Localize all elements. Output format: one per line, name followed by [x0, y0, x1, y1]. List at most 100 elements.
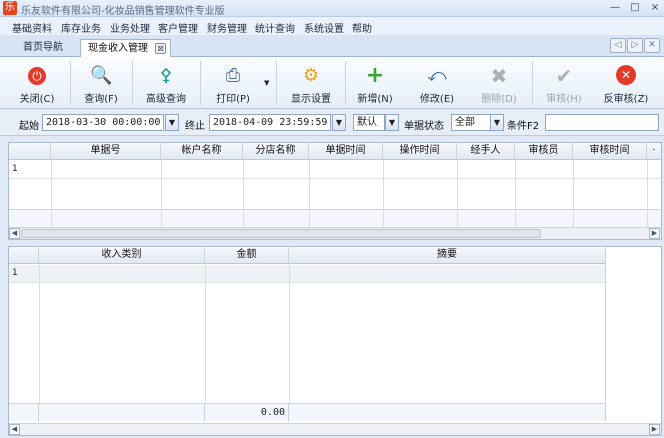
display-settings-label: 显示设置 [291, 94, 331, 105]
col-divider [161, 160, 162, 227]
toolbar-separator [276, 61, 277, 105]
row-number: 1 [12, 164, 18, 174]
title-bar: 乐 乐友软件有限公司-化妆品销售管理软件专业版 — □ × [0, 0, 664, 17]
start-dropdown-icon[interactable]: ▼ [165, 114, 179, 131]
tab-prev-icon[interactable]: ◁ [610, 38, 626, 53]
close-window-button[interactable]: × [648, 2, 662, 15]
total-summary-cell [289, 404, 605, 422]
detail-grid-header: 收入类别 金额 摘要 [9, 247, 605, 264]
toolbar-separator [532, 61, 533, 105]
col-operation-time[interactable]: 操作时间 [383, 143, 457, 160]
plus-icon: + [365, 63, 385, 88]
col-handler[interactable]: 经手人 [457, 143, 515, 160]
col-audit-time[interactable]: 审核时间 [573, 143, 647, 160]
menu-bar: 基础资料 库存业务 业务处理 客户管理 财务管理 统计查询 系统设置 帮助 [0, 17, 664, 35]
advanced-query-button[interactable]: ⚴ 高级查询 [136, 57, 196, 109]
default-dropdown-icon[interactable]: ▼ [385, 114, 399, 131]
tab-home-nav[interactable]: 首页导航 [16, 39, 70, 57]
app-logo: 乐 [3, 1, 17, 15]
table-row[interactable]: 1 [9, 160, 661, 179]
total-amount: 0.00 [205, 404, 289, 422]
gear-icon: ⚙ [302, 65, 320, 86]
modify-button[interactable]: ⤺ 修改(E) [410, 57, 464, 109]
col-income-category[interactable]: 收入类别 [39, 247, 205, 264]
menu-business[interactable]: 业务处理 [110, 20, 150, 35]
status-select[interactable]: 全部 [451, 114, 491, 131]
scroll-thumb[interactable] [21, 229, 541, 238]
col-divider [243, 160, 244, 227]
col-branch-name[interactable]: 分店名称 [243, 143, 309, 160]
scroll-left-icon[interactable]: ◀ [9, 424, 20, 435]
table-row[interactable]: 1 [9, 265, 605, 283]
toolbar-separator [200, 61, 201, 105]
col-amount[interactable]: 金额 [205, 247, 289, 264]
unaudit-button-label: 反审核(Z) [603, 94, 649, 105]
condition-input[interactable] [545, 114, 659, 131]
toolbar-separator [70, 61, 71, 105]
voucher-grid-header: 单据号 帐户名称 分店名称 单据时间 操作时间 经手人 审核员 审核时间 · [9, 143, 661, 160]
unaudit-button[interactable]: ✕ 反审核(Z) [596, 57, 656, 109]
col-voucher-no[interactable]: 单据号 [51, 143, 161, 160]
col-divider [39, 283, 40, 403]
menu-customer[interactable]: 客户管理 [158, 20, 198, 35]
col-divider [515, 160, 516, 227]
col-divider [289, 264, 290, 403]
col-divider [309, 160, 310, 227]
minimize-button[interactable]: — [608, 2, 622, 15]
tab-next-icon[interactable]: ▷ [627, 38, 643, 53]
menu-help[interactable]: 帮助 [352, 20, 372, 35]
modify-button-label: 修改(E) [419, 94, 455, 105]
tab-close-icon[interactable]: ⊠ [155, 43, 166, 54]
row-indicator-header [9, 143, 51, 160]
menu-statistics[interactable]: 统计查询 [255, 20, 295, 35]
detail-h-scrollbar[interactable]: ◀ ▶ [9, 423, 661, 435]
default-select[interactable]: 默认 [353, 114, 385, 131]
col-divider [383, 160, 384, 227]
filter-bar: 起始 2018-03-30 00:00:00 ▼ 终止 2018-04-09 2… [0, 110, 664, 136]
undo-arrow-icon: ⤺ [427, 65, 447, 86]
toolbar-separator [132, 61, 133, 105]
voucher-grid: 单据号 帐户名称 分店名称 单据时间 操作时间 经手人 审核员 审核时间 · 1… [8, 142, 662, 240]
toolbar-separator [345, 61, 346, 105]
status-dropdown-icon[interactable]: ▼ [490, 114, 504, 131]
audit-button[interactable]: ✔ 审核(H) [536, 57, 592, 109]
col-summary[interactable]: 摘要 [289, 247, 605, 264]
query-button-label: 查询(F) [84, 94, 118, 105]
voucher-h-scrollbar[interactable]: ◀ ▶ [9, 227, 661, 239]
scroll-right-icon[interactable]: ▶ [649, 228, 660, 239]
display-settings-button[interactable]: ⚙ 显示设置 [280, 57, 342, 109]
end-dropdown-icon[interactable]: ▼ [332, 114, 346, 131]
maximize-button[interactable]: □ [628, 2, 642, 15]
menu-finance[interactable]: 财务管理 [207, 20, 247, 35]
delete-button[interactable]: ✖ 删除(D) [472, 57, 526, 109]
grid-right-edge [605, 247, 606, 421]
tab-cash-income[interactable]: 现金收入管理 ⊠ [80, 39, 171, 57]
advanced-search-icon: ⚴ [159, 65, 173, 86]
row-indicator-header [9, 247, 39, 264]
col-divider [573, 160, 574, 227]
scroll-left-icon[interactable]: ◀ [9, 228, 20, 239]
col-divider [457, 160, 458, 227]
col-voucher-time[interactable]: 单据时间 [309, 143, 383, 160]
close-button[interactable]: ⏻ 关闭(C) [8, 57, 66, 109]
print-button[interactable]: ⎙ 打印(P) [204, 57, 262, 109]
query-button[interactable]: 🔍 查询(F) [74, 57, 128, 109]
col-account-name[interactable]: 帐户名称 [161, 143, 243, 160]
magnifier-icon: 🔍 [90, 65, 113, 86]
col-auditor[interactable]: 审核员 [515, 143, 573, 160]
col-divider [39, 265, 40, 283]
end-label: 终止 [185, 121, 205, 132]
end-datetime-input[interactable]: 2018-04-09 23:59:59 [209, 114, 331, 131]
toolbar: ⏻ 关闭(C) 🔍 查询(F) ⚴ 高级查询 ⎙ 打印(P) ▼ ⚙ 显示设置 … [0, 57, 664, 109]
start-datetime-input[interactable]: 2018-03-30 00:00:00 [42, 114, 164, 131]
menu-settings[interactable]: 系统设置 [304, 20, 344, 35]
tab-close-all-icon[interactable]: ✕ [644, 38, 660, 53]
scroll-right-icon[interactable]: ▶ [649, 424, 660, 435]
menu-basic-data[interactable]: 基础资料 [12, 20, 52, 35]
new-button[interactable]: + 新增(N) [348, 57, 402, 109]
condition-label: 条件F2 [507, 121, 540, 132]
tab-bar: 首页导航 现金收入管理 ⊠ [0, 35, 664, 57]
menu-inventory[interactable]: 库存业务 [61, 20, 101, 35]
print-dropdown-arrow-icon[interactable]: ▼ [264, 79, 269, 87]
print-button-label: 打印(P) [216, 94, 250, 105]
